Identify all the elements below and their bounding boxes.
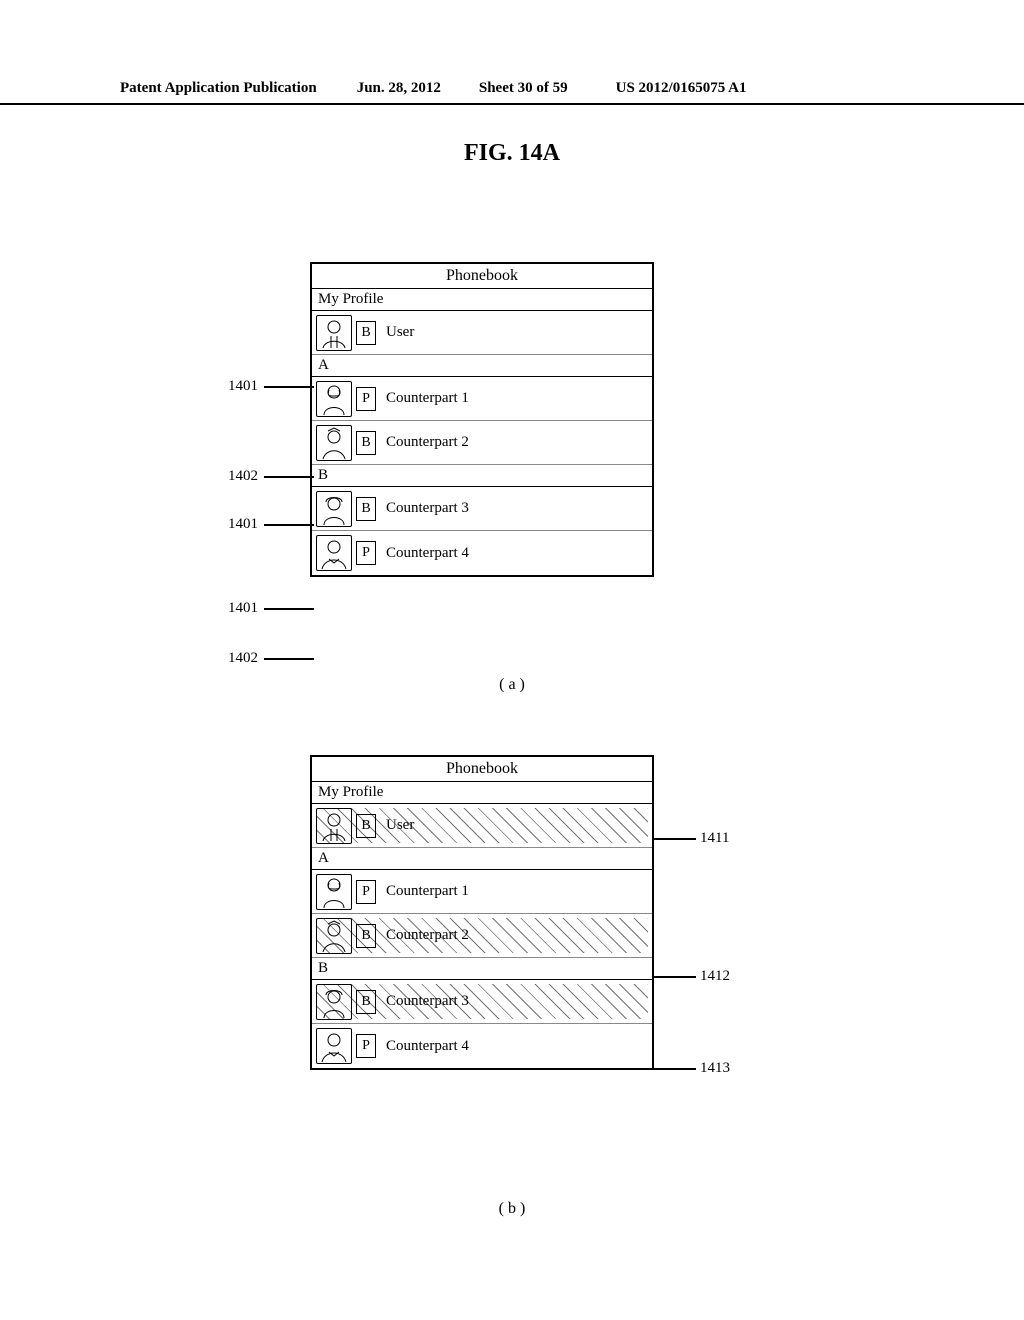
phonebook-b-row-c2: B Counterpart 2 bbox=[312, 914, 652, 958]
phonebook-a: Phonebook My Profile B User A P Counterp… bbox=[310, 262, 654, 577]
phonebook-a-row-c3: B Counterpart 3 bbox=[312, 487, 652, 531]
row-name: User bbox=[386, 324, 648, 341]
phonebook-b-row-user: B User bbox=[312, 804, 652, 848]
callout-1401: 1401 bbox=[228, 600, 258, 617]
callout-1401: 1401 bbox=[228, 378, 258, 395]
phonebook-b-my-profile: My Profile bbox=[312, 782, 652, 804]
phonebook-b-sec-a: A bbox=[312, 848, 652, 870]
phonebook-a-row-user: B User bbox=[312, 311, 652, 355]
avatar-c1-icon bbox=[316, 381, 352, 417]
callout-1401: 1401 bbox=[228, 516, 258, 533]
phonebook-a-title: Phonebook bbox=[312, 264, 652, 289]
publication-date: Jun. 28, 2012 bbox=[357, 80, 441, 97]
avatar-c4-icon bbox=[316, 1028, 352, 1064]
page-header: Patent Application Publication Jun. 28, … bbox=[0, 80, 1024, 105]
row-name: Counterpart 2 bbox=[386, 434, 648, 451]
avatar-c1-icon bbox=[316, 874, 352, 910]
phonebook-b-row-c4: P Counterpart 4 bbox=[312, 1024, 652, 1068]
callout-1413: 1413 bbox=[700, 1060, 730, 1077]
row-name: Counterpart 3 bbox=[386, 993, 648, 1010]
phonebook-b-row-c3: B Counterpart 3 bbox=[312, 980, 652, 1024]
badge-p: P bbox=[356, 880, 376, 904]
row-name: Counterpart 3 bbox=[386, 500, 648, 517]
callout-line bbox=[652, 838, 696, 840]
phonebook-a-row-c1: P Counterpart 1 bbox=[312, 377, 652, 421]
row-name: Counterpart 4 bbox=[386, 1038, 648, 1055]
phonebook-a-sec-b: B bbox=[312, 465, 652, 487]
phonebook-b-title: Phonebook bbox=[312, 757, 652, 782]
badge-b: B bbox=[356, 814, 376, 838]
avatar-c2-icon bbox=[316, 425, 352, 461]
callout-line bbox=[264, 386, 314, 388]
row-name: User bbox=[386, 817, 648, 834]
badge-b: B bbox=[356, 497, 376, 521]
badge-p: P bbox=[356, 387, 376, 411]
callout-1411: 1411 bbox=[700, 830, 729, 847]
avatar-user-icon bbox=[316, 315, 352, 351]
phonebook-a-row-c2: B Counterpart 2 bbox=[312, 421, 652, 465]
avatar-c2-icon bbox=[316, 918, 352, 954]
callout-line bbox=[264, 658, 314, 660]
callout-line bbox=[652, 1068, 696, 1070]
sub-label-a: ( a ) bbox=[0, 676, 1024, 694]
callout-line bbox=[264, 608, 314, 610]
row-name: Counterpart 1 bbox=[386, 883, 648, 900]
row-name: Counterpart 2 bbox=[386, 927, 648, 944]
badge-p: P bbox=[356, 1034, 376, 1058]
phonebook-a-my-profile: My Profile bbox=[312, 289, 652, 311]
row-name: Counterpart 4 bbox=[386, 545, 648, 562]
phonebook-b: Phonebook My Profile B User A P Counterp… bbox=[310, 755, 654, 1070]
phonebook-b-row-c1: P Counterpart 1 bbox=[312, 870, 652, 914]
badge-b: B bbox=[356, 431, 376, 455]
avatar-c4-icon bbox=[316, 535, 352, 571]
phonebook-a-row-c4: P Counterpart 4 bbox=[312, 531, 652, 575]
avatar-c3-icon bbox=[316, 491, 352, 527]
callout-1402: 1402 bbox=[228, 468, 258, 485]
phonebook-b-sec-b: B bbox=[312, 958, 652, 980]
badge-b: B bbox=[356, 924, 376, 948]
callout-1412: 1412 bbox=[700, 968, 730, 985]
badge-b: B bbox=[356, 990, 376, 1014]
callout-line bbox=[264, 524, 314, 526]
row-name: Counterpart 1 bbox=[386, 390, 648, 407]
callout-line bbox=[264, 476, 314, 478]
phonebook-a-sec-a: A bbox=[312, 355, 652, 377]
callout-1402: 1402 bbox=[228, 650, 258, 667]
document-number: US 2012/0165075 A1 bbox=[616, 80, 747, 97]
badge-b: B bbox=[356, 321, 376, 345]
figure-label: FIG. 14A bbox=[0, 140, 1024, 167]
sub-label-b: ( b ) bbox=[0, 1200, 1024, 1218]
avatar-user-icon bbox=[316, 808, 352, 844]
publication-label: Patent Application Publication bbox=[120, 80, 317, 97]
avatar-c3-icon bbox=[316, 984, 352, 1020]
callout-line bbox=[652, 976, 696, 978]
badge-p: P bbox=[356, 541, 376, 565]
sheet-number: Sheet 30 of 59 bbox=[479, 80, 568, 97]
